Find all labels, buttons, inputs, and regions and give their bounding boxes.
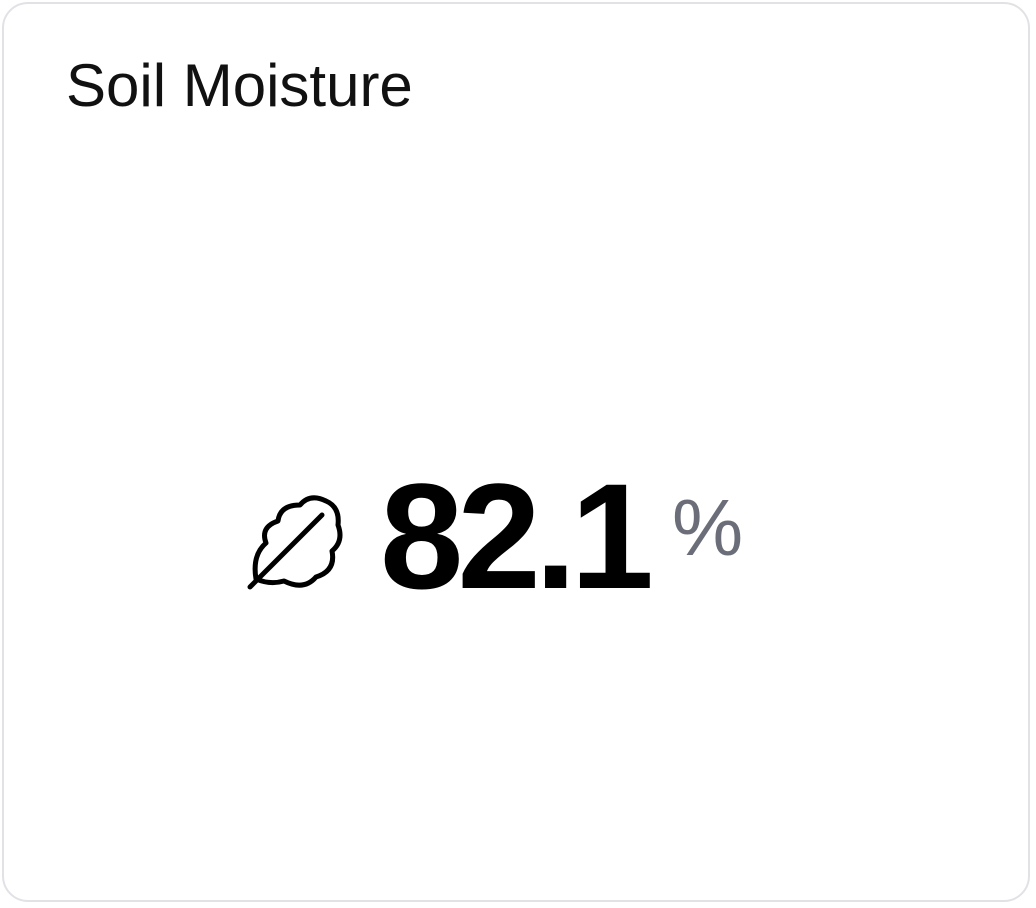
moisture-unit: % [671, 483, 744, 572]
leaf-icon [247, 495, 343, 590]
card-title: Soil Moisture [66, 52, 413, 119]
sensor-reading: 82.1 % [244, 452, 744, 620]
soil-moisture-card: Soil Moisture 82.1 % [2, 2, 1030, 902]
moisture-value: 82.1 [380, 452, 654, 620]
